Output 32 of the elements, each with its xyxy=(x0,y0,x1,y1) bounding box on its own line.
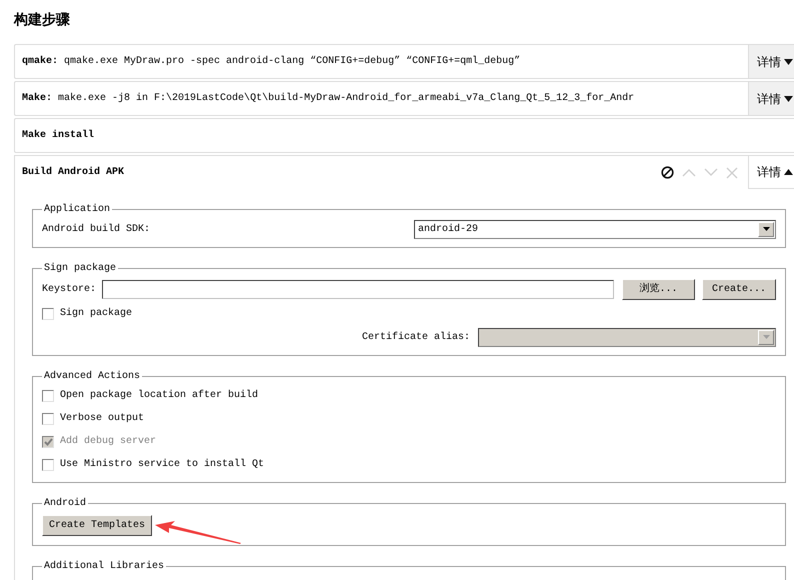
dropdown[interactable]: android-29 xyxy=(414,220,776,238)
field-label: Certificate alias: xyxy=(362,330,470,344)
checkbox[interactable]: Open package location after build xyxy=(42,388,258,403)
field-label: Keystore: xyxy=(42,282,96,296)
details-button[interactable]: 详情 xyxy=(748,45,794,78)
button[interactable]: 浏览... xyxy=(622,278,695,300)
step-title: Build Android APK xyxy=(22,166,124,180)
group-title: Additional Libraries xyxy=(43,560,166,574)
checkmark-icon xyxy=(44,438,52,446)
step-title: Make install xyxy=(22,128,94,143)
group-title: Sign package xyxy=(43,262,118,276)
group-title: Application xyxy=(43,202,112,217)
section-heading: 构建步骤 xyxy=(12,11,71,30)
step-summary: qmake: qmake.exe MyDraw.pro -spec android-clang “CONFIG+=debug” “CONFIG+=qml_debug” xyxy=(22,54,520,69)
field-label: Android build SDK: xyxy=(42,222,150,236)
caret-down-icon xyxy=(762,335,770,339)
group-title: Android xyxy=(43,496,88,511)
group-title: Advanced Actions xyxy=(43,370,142,384)
checkbox[interactable]: Sign package xyxy=(42,306,132,321)
button[interactable]: Create... xyxy=(702,278,776,300)
checkbox[interactable]: Use Ministro service to install Qt xyxy=(42,457,264,472)
checkbox[interactable]: Verbose output xyxy=(42,411,144,426)
step-summary: Make: make.exe -j8 in F:\2019LastCode\Qt\build-MyDraw-Android_for_armeabi_v7a_Clang_Qt_5_12_3_for_Andr xyxy=(22,92,634,106)
caret-down-icon xyxy=(784,96,793,102)
keystore-field[interactable] xyxy=(102,280,614,298)
details-button[interactable]: 详情 xyxy=(748,82,794,115)
caret-down-icon xyxy=(784,58,793,64)
details-button[interactable]: 详情 xyxy=(748,156,794,189)
disable-icon[interactable] xyxy=(661,166,674,179)
caret-up-icon xyxy=(784,169,793,175)
caret-down-icon xyxy=(762,227,770,231)
button[interactable]: Create Templates xyxy=(42,514,152,536)
